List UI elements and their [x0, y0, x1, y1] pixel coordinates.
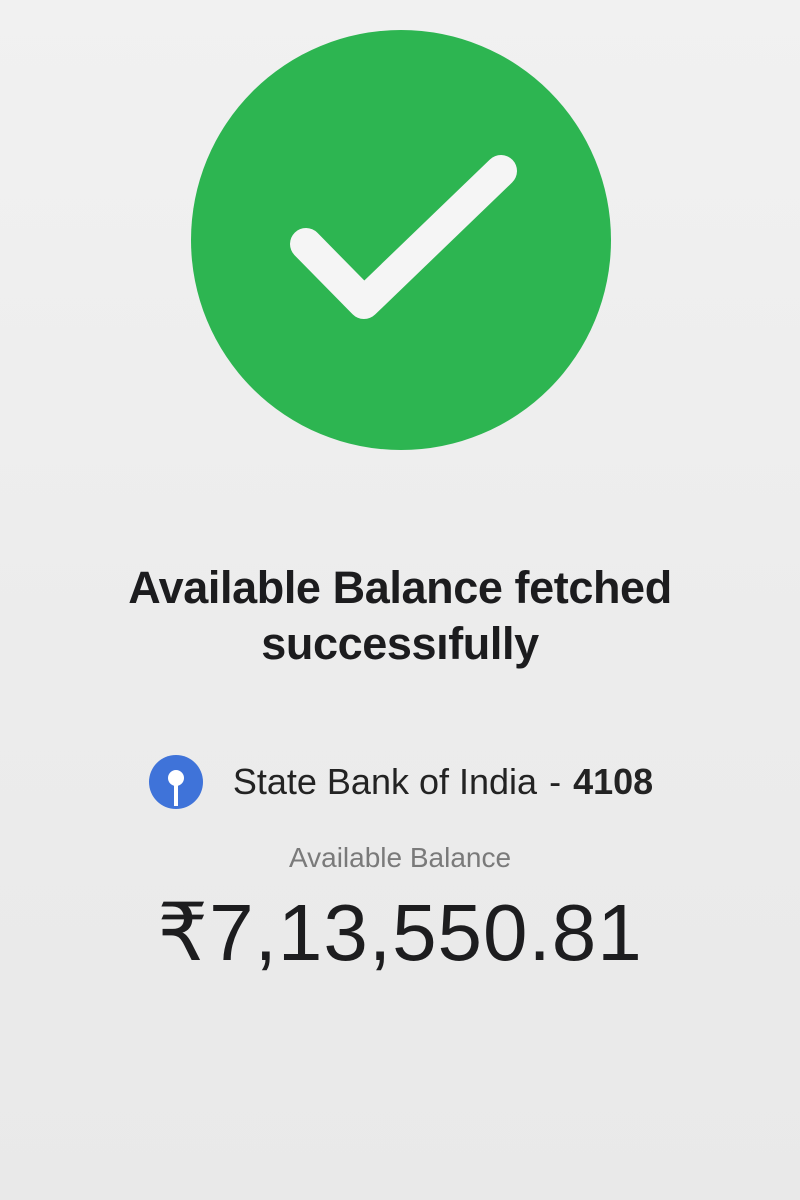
- available-balance-label: Available Balance: [288, 842, 512, 873]
- balance-success-screen: Available Balance fetched successıfully …: [0, 0, 800, 1200]
- bank-account-row: State Bank of India -4108: [0, 750, 800, 814]
- check-icon: [290, 155, 517, 319]
- sbi-logo-icon: [147, 753, 205, 811]
- bank-account-separator: -: [549, 761, 562, 802]
- bank-name: State Bank of India: [232, 761, 538, 802]
- available-balance-amount: ₹7,13,550.81: [157, 888, 643, 977]
- success-title-line-1: Available Balance fetched: [128, 562, 672, 613]
- success-title: Available Balance fetched successıfully: [20, 560, 780, 672]
- bank-account-label: State Bank of India -4108: [233, 760, 653, 804]
- bank-account-number: 4108: [573, 761, 654, 802]
- success-title-line-2: successıfully: [261, 618, 539, 669]
- success-indicator: [191, 30, 611, 450]
